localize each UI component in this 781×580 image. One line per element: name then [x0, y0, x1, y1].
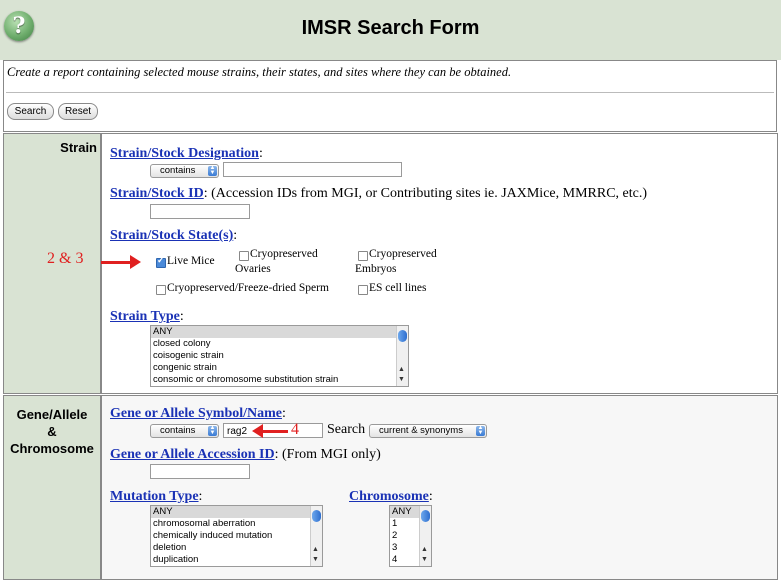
- strain-state-link[interactable]: Strain/Stock State(s): [110, 228, 233, 243]
- list-item[interactable]: ANY: [151, 326, 408, 338]
- live-mice-label: Live Mice: [167, 255, 215, 267]
- list-item[interactable]: chromosomal aberration: [151, 518, 322, 530]
- cryo-ovaries-checkbox[interactable]: [239, 251, 249, 261]
- gene-search-label: Search: [327, 422, 366, 437]
- es-cell-lines-label: ES cell lines: [369, 282, 427, 294]
- scroll-down-icon[interactable]: ▼: [398, 376, 405, 384]
- strain-id-input[interactable]: [150, 204, 250, 219]
- search-button[interactable]: Search: [7, 103, 54, 120]
- gene-section-label: Gene/Allele & Chromosome: [3, 395, 101, 580]
- designation-operator-select[interactable]: contains ▲ ▼: [150, 164, 219, 178]
- scroll-up-icon[interactable]: ▲: [421, 546, 428, 554]
- scroll-thumb[interactable]: [421, 510, 430, 522]
- list-item[interactable]: coisogenic strain: [151, 350, 408, 362]
- gene-accession-heading: Gene or Allele Accession ID: (From MGI o…: [110, 447, 381, 462]
- strain-section: Strain/Stock Designation: contains ▲ ▼ St…: [101, 133, 778, 394]
- strain-id-heading: Strain/Stock ID: (Accession IDs from MGI…: [110, 186, 648, 201]
- page-header: ? IMSR Search Form: [0, 0, 781, 60]
- scrollbar[interactable]: ▲ ▼: [396, 326, 408, 386]
- red-arrow-line: [262, 430, 288, 433]
- reset-button[interactable]: Reset: [58, 103, 98, 120]
- mutation-type-heading: Mutation Type:: [110, 489, 203, 504]
- strain-label-text: Strain: [60, 140, 97, 155]
- scroll-up-icon[interactable]: ▲: [398, 366, 405, 374]
- gene-symbol-link[interactable]: Gene or Allele Symbol/Name: [110, 406, 282, 421]
- chromosome-link[interactable]: Chromosome: [349, 489, 429, 504]
- list-item[interactable]: ANY: [151, 506, 322, 518]
- chromosome-listbox[interactable]: ANY 1 2 3 4 ▲ ▼: [389, 505, 432, 567]
- designation-input[interactable]: [223, 162, 402, 177]
- annotation-label-state: 2 & 3: [47, 250, 84, 267]
- cryo-embryos-checkbox[interactable]: [358, 251, 368, 261]
- strain-state-heading: Strain/Stock State(s):: [110, 228, 238, 243]
- list-item[interactable]: consomic or chromosome substitution stra…: [151, 374, 408, 386]
- gene-section: Gene or Allele Symbol/Name: contains ▲ ▼ …: [101, 395, 778, 580]
- intro-text: Create a report containing selected mous…: [7, 65, 512, 79]
- list-item[interactable]: deletion: [151, 542, 322, 554]
- select-arrows-icon: ▲ ▼: [208, 425, 217, 436]
- gene-label-text: Gene/Allele & Chromosome: [10, 407, 94, 456]
- chromosome-heading: Chromosome:: [349, 489, 433, 504]
- gene-accession-input[interactable]: [150, 464, 250, 479]
- mutation-type-link[interactable]: Mutation Type: [110, 489, 199, 504]
- page-title: IMSR Search Form: [301, 17, 480, 39]
- list-item[interactable]: chemically induced mutation: [151, 530, 322, 542]
- select-arrows-icon: ▲ ▼: [476, 425, 485, 436]
- select-arrows-icon: ▲ ▼: [208, 165, 217, 176]
- cryo-sperm-label: Cryopreserved/Freeze-dried Sperm: [167, 282, 329, 294]
- cryo-ovaries-label-line2: Ovaries: [235, 263, 271, 275]
- strain-designation-link[interactable]: Strain/Stock Designation: [110, 146, 259, 161]
- annotation-label-gene: 4: [291, 421, 299, 438]
- intro-panel: Create a report containing selected mous…: [3, 60, 777, 132]
- scroll-down-icon[interactable]: ▼: [421, 556, 428, 564]
- cryo-ovaries-label: Cryopreserved: [250, 248, 318, 260]
- gene-accession-note: (From MGI only): [282, 447, 381, 462]
- scroll-thumb[interactable]: [398, 330, 407, 342]
- strain-type-heading: Strain Type:: [110, 309, 184, 324]
- scrollbar[interactable]: ▲ ▼: [419, 506, 431, 566]
- strain-type-listbox[interactable]: ANY closed colony coisogenic strain cong…: [150, 325, 409, 387]
- gene-symbol-heading: Gene or Allele Symbol/Name:: [110, 406, 286, 421]
- strain-type-link[interactable]: Strain Type: [110, 309, 180, 324]
- search-scope-select[interactable]: current & synonyms ▲ ▼: [369, 424, 487, 438]
- red-arrow-line: [101, 261, 131, 264]
- cryo-embryos-label-line2: Embryos: [355, 263, 397, 275]
- red-arrow-right-icon: [130, 255, 141, 269]
- strain-id-note: (Accession IDs from MGI, or Contributing…: [211, 186, 648, 201]
- scroll-down-icon[interactable]: ▼: [312, 556, 319, 564]
- cryo-sperm-checkbox[interactable]: [156, 285, 166, 295]
- list-item[interactable]: duplication: [151, 554, 322, 566]
- gene-operator-select[interactable]: contains ▲ ▼: [150, 424, 219, 438]
- strain-designation-heading: Strain/Stock Designation:: [110, 146, 263, 161]
- scroll-thumb[interactable]: [312, 510, 321, 522]
- list-item[interactable]: congenic strain: [151, 362, 408, 374]
- live-mice-checkbox[interactable]: [156, 255, 166, 268]
- mutation-type-listbox[interactable]: ANY chromosomal aberration chemically in…: [150, 505, 323, 567]
- gene-accession-link[interactable]: Gene or Allele Accession ID: [110, 447, 275, 462]
- strain-id-link[interactable]: Strain/Stock ID: [110, 186, 204, 201]
- scroll-up-icon[interactable]: ▲: [312, 546, 319, 554]
- list-item[interactable]: closed colony: [151, 338, 408, 350]
- scrollbar[interactable]: ▲ ▼: [310, 506, 322, 566]
- es-cell-lines-checkbox[interactable]: [358, 285, 368, 295]
- divider: [6, 92, 774, 93]
- cryo-embryos-label: Cryopreserved: [369, 248, 437, 260]
